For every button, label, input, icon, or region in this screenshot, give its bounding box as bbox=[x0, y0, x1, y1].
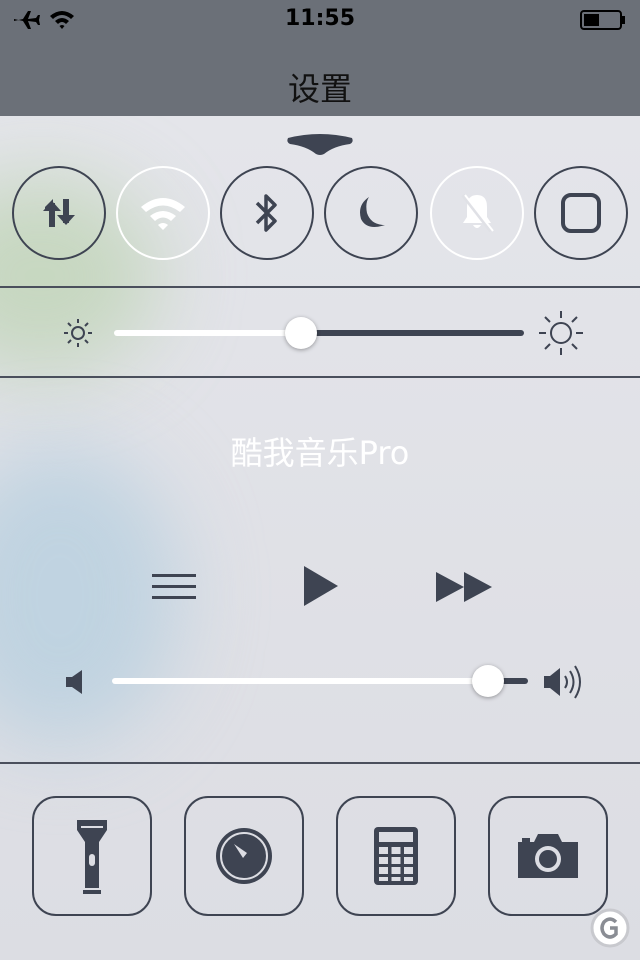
brightness-low-icon bbox=[64, 319, 92, 347]
calculator-icon bbox=[374, 827, 418, 885]
toggle-row bbox=[0, 166, 640, 262]
fast-forward-icon[interactable] bbox=[436, 570, 494, 604]
volume-track-filled bbox=[112, 678, 492, 684]
moon-icon bbox=[360, 197, 385, 227]
volume-knob[interactable] bbox=[472, 665, 504, 697]
timer-icon bbox=[216, 828, 272, 884]
app-header: 设置 bbox=[0, 40, 640, 116]
calculator-button[interactable] bbox=[336, 796, 456, 916]
brightness-track-filled bbox=[114, 330, 304, 336]
divider bbox=[0, 762, 640, 764]
brightness-high-icon bbox=[539, 311, 583, 355]
rotation-lock-icon bbox=[561, 193, 601, 233]
watermark-logo-icon bbox=[590, 908, 630, 948]
do-not-disturb-toggle[interactable] bbox=[324, 166, 418, 260]
status-bar: 11:55 bbox=[0, 0, 640, 40]
media-controls bbox=[0, 556, 640, 616]
status-time: 11:55 bbox=[284, 6, 356, 31]
volume-slider[interactable] bbox=[0, 652, 640, 712]
rotation-lock-toggle[interactable] bbox=[534, 166, 628, 260]
cellular-data-icon bbox=[43, 199, 75, 227]
shortcut-row bbox=[0, 796, 640, 920]
silent-toggle[interactable] bbox=[430, 166, 524, 260]
divider bbox=[0, 286, 640, 288]
timer-button[interactable] bbox=[184, 796, 304, 916]
flashlight-button[interactable] bbox=[32, 796, 152, 916]
play-icon[interactable] bbox=[302, 564, 340, 608]
brightness-slider[interactable] bbox=[0, 290, 640, 376]
camera-icon bbox=[518, 834, 578, 878]
cellular-data-toggle[interactable] bbox=[12, 166, 106, 260]
wifi-icon bbox=[141, 198, 185, 230]
divider bbox=[0, 376, 640, 378]
battery-icon bbox=[580, 10, 625, 30]
now-playing-title[interactable]: 酷我音乐Pro bbox=[0, 428, 640, 474]
bluetooth-icon bbox=[255, 194, 277, 232]
wifi-toggle[interactable] bbox=[116, 166, 210, 260]
brightness-track-empty bbox=[300, 330, 524, 336]
volume-low-icon bbox=[66, 670, 82, 694]
chevron-down-icon[interactable] bbox=[284, 130, 356, 156]
bluetooth-toggle[interactable] bbox=[220, 166, 314, 260]
volume-high-icon bbox=[544, 665, 581, 699]
bell-slash-icon bbox=[461, 193, 494, 233]
brightness-knob[interactable] bbox=[285, 317, 317, 349]
list-icon[interactable] bbox=[152, 568, 196, 604]
control-center: 酷我音乐Pro bbox=[0, 116, 640, 960]
page-title: 设置 bbox=[287, 70, 352, 108]
flashlight-icon bbox=[77, 820, 107, 894]
camera-button[interactable] bbox=[488, 796, 608, 916]
